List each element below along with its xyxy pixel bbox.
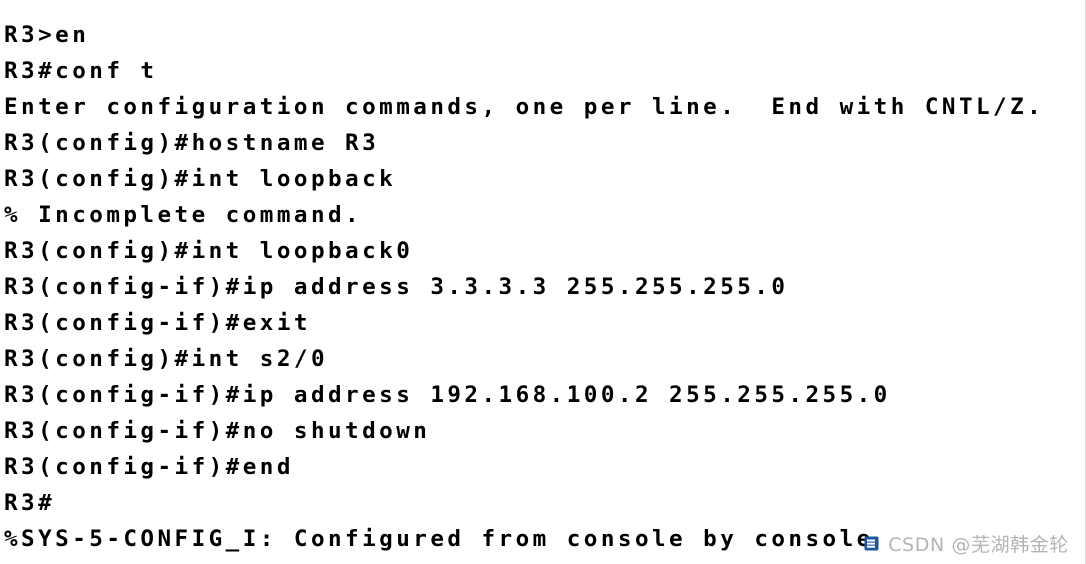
terminal-line: Enter configuration commands, one per li… <box>4 94 1045 120</box>
terminal-window[interactable]: R3>en R3#conf t Enter configuration comm… <box>0 0 1086 564</box>
terminal-line: % Incomplete command. <box>4 202 363 228</box>
terminal-line: R3(config)#int s2/0 <box>4 346 328 372</box>
terminal-line: R3>en <box>4 22 90 48</box>
terminal-output: R3>en R3#conf t Enter configuration comm… <box>4 17 1082 557</box>
terminal-line: R3(config)#hostname R3 <box>4 130 380 156</box>
terminal-line: R3(config)#int loopback <box>4 166 397 192</box>
terminal-line: R3# <box>4 490 56 516</box>
terminal-line: R3(config)#int loopback0 <box>4 238 414 264</box>
terminal-line: R3(config-if)#end <box>4 454 294 480</box>
terminal-line: R3(config-if)#ip address 192.168.100.2 2… <box>4 382 891 408</box>
terminal-line: R3(config-if)#exit <box>4 310 311 336</box>
terminal-line: %SYS-5-CONFIG_I: Configured from console… <box>4 526 874 552</box>
terminal-line: R3#conf t <box>4 58 158 84</box>
terminal-line: R3(config-if)#no shutdown <box>4 418 431 444</box>
terminal-line: R3(config-if)#ip address 3.3.3.3 255.255… <box>4 274 789 300</box>
